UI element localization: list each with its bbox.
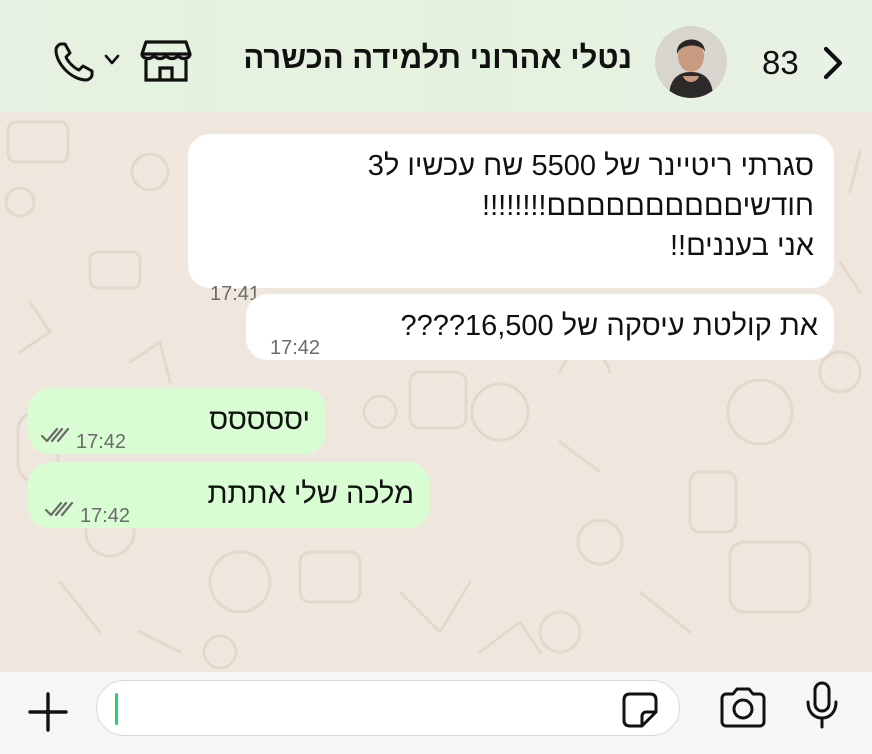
contact-name[interactable]: נטלי אהרוני תלמידה הכשרה (243, 40, 632, 76)
store-icon[interactable] (140, 38, 192, 84)
chevron-left-icon[interactable] (818, 44, 848, 82)
double-check-icon (40, 427, 70, 443)
sticker-icon[interactable] (620, 690, 660, 730)
double-check-icon (44, 501, 74, 517)
microphone-icon[interactable] (804, 680, 840, 730)
message-bubble-outgoing[interactable]: יססססס 17:42 (28, 388, 326, 454)
camera-icon[interactable] (718, 686, 768, 728)
message-bubble-outgoing[interactable]: מלכה שלי אתתת 17:42 (28, 462, 430, 528)
message-time: 17:42 (270, 337, 321, 359)
text-caret (115, 693, 118, 725)
phone-icon[interactable] (52, 40, 96, 84)
message-text: סגרתי ריטיינר של 5500 שח עכשיו ל3 חודשים… (367, 150, 814, 262)
message-bubble-incoming[interactable]: סגרתי ריטיינר של 5500 שח עכשיו ל3 חודשים… (188, 134, 834, 305)
message-time: 17:42 (80, 505, 131, 527)
unread-count[interactable]: 83 (762, 44, 799, 82)
chat-header: נטלי אהרוני תלמידה הכשרה 83 (0, 0, 872, 112)
message-time: 17:42 (76, 431, 127, 453)
plus-icon[interactable] (26, 690, 70, 734)
message-text: את קולטת עיסקה של 16,500???? (400, 310, 818, 342)
chat-area[interactable]: סגרתי ריטיינר של 5500 שח עכשיו ל3 חודשים… (0, 112, 872, 672)
chevron-down-icon[interactable] (103, 52, 121, 68)
message-bubble-incoming[interactable]: את קולטת עיסקה של 16,500???? 17:42 (246, 294, 834, 360)
message-input[interactable] (96, 680, 680, 736)
avatar[interactable] (655, 26, 727, 98)
